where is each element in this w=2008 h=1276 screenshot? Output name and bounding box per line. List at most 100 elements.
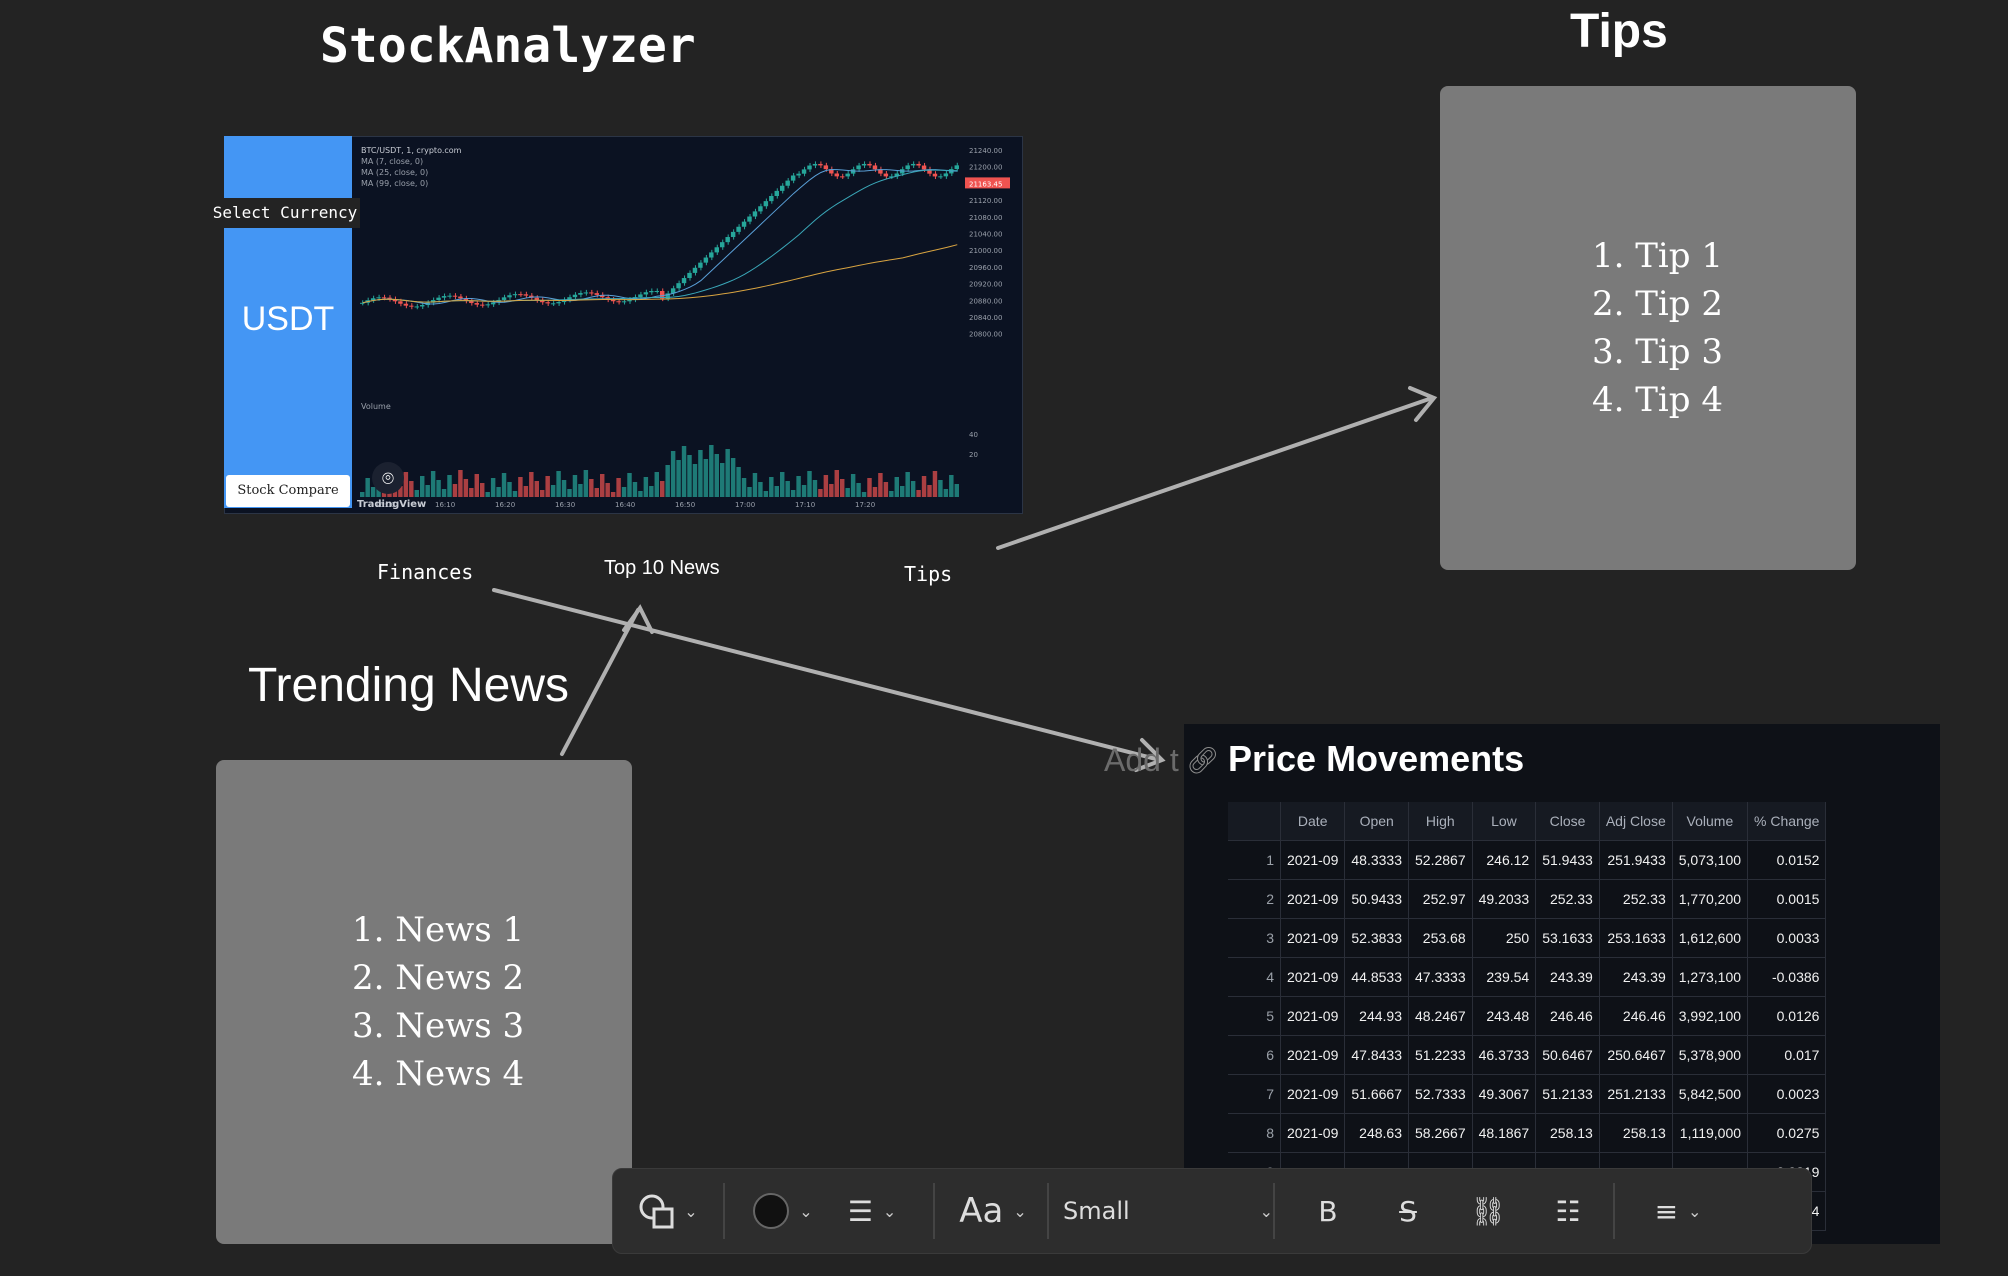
- font-label: Aa: [959, 1191, 1004, 1231]
- table-cell: 246.46: [1599, 996, 1673, 1036]
- table-cell: 1,612,600: [1672, 918, 1749, 958]
- tip-item: 2. Tip 2: [1592, 284, 1724, 324]
- stroke-button[interactable]: ☰ ⌄: [837, 1169, 907, 1253]
- table-row[interactable]: 1 2021-09 48.3333 52.2867 246.12 51.9433 251.9…: [1228, 840, 1827, 880]
- table-row[interactable]: 5 2021-09 244.93 48.2467 243.48 246.46 246.46 3…: [1228, 996, 1827, 1036]
- table-header[interactable]: Open: [1344, 802, 1409, 841]
- table-cell: 44.8533: [1344, 957, 1409, 997]
- format-toolbar: ⌄ ⌄ ☰ ⌄ Aa ⌄ Small ⌄ B S ⛓ ☷ ≡ ⌄: [612, 1168, 1812, 1254]
- table-cell: 251.2133: [1599, 1074, 1673, 1114]
- table-cell: 252.33: [1535, 879, 1600, 919]
- list-button[interactable]: ☷: [1533, 1169, 1603, 1253]
- table-cell: 3,992,100: [1672, 996, 1749, 1036]
- shapes-button[interactable]: ⌄: [633, 1169, 703, 1253]
- table-cell: 2021-09: [1280, 1113, 1346, 1153]
- table-cell: 248.63: [1344, 1113, 1409, 1153]
- table-cell: 246.46: [1535, 996, 1600, 1036]
- table-cell: 2021-09: [1280, 879, 1346, 919]
- strikethrough-button[interactable]: S: [1373, 1169, 1443, 1253]
- table-cell: 253.68: [1408, 918, 1473, 958]
- chevron-down-icon: ⌄: [1688, 1201, 1702, 1221]
- table-row[interactable]: 8 2021-09 248.63 58.2667 48.1867 258.13 258.13…: [1228, 1113, 1827, 1153]
- table-header[interactable]: Adj Close: [1599, 802, 1673, 841]
- tips-list: 1. Tip 1 2. Tip 2 3. Tip 3 4. Tip 4: [1592, 232, 1723, 424]
- arrow-news: [560, 608, 640, 756]
- table-row[interactable]: 6 2021-09 47.8433 51.2233 46.3733 50.6467 250.…: [1228, 1035, 1827, 1075]
- table-cell: 2: [1228, 879, 1281, 919]
- font-size-select[interactable]: Small ⌄: [1063, 1169, 1273, 1253]
- table-cell: 2021-09: [1280, 1074, 1346, 1114]
- table-row[interactable]: 3 2021-09 52.3833 253.68 250 53.1633 253.1633 1…: [1228, 918, 1827, 958]
- table-cell: 6: [1228, 1035, 1281, 1075]
- table-cell: 5,842,500: [1672, 1074, 1749, 1114]
- table-cell: 5,378,900: [1672, 1035, 1749, 1075]
- stroke-width-icon: ☰: [847, 1194, 873, 1228]
- table-cell: 3: [1228, 918, 1281, 958]
- table-cell: 52.2867: [1408, 840, 1473, 880]
- table-header[interactable]: Date: [1280, 802, 1346, 841]
- table-cell: 252.97: [1408, 879, 1473, 919]
- table-cell: 1,770,200: [1672, 879, 1749, 919]
- table-cell: 252.33: [1599, 879, 1673, 919]
- table-cell: 2021-09: [1280, 840, 1346, 880]
- link-icon: ⛓: [1470, 1194, 1506, 1228]
- table-row[interactable]: 4 2021-09 44.8533 47.3333 239.54 243.39 243.39…: [1228, 957, 1827, 997]
- table-cell: 0.0275: [1747, 1113, 1827, 1153]
- news-item: 3. News 3: [352, 1006, 525, 1046]
- news-item: 1. News 1: [352, 910, 525, 950]
- chevron-down-icon: ⌄: [684, 1201, 698, 1221]
- link-button[interactable]: ⛓: [1453, 1169, 1523, 1253]
- table-cell: 243.48: [1472, 996, 1537, 1036]
- table-cell: 49.2033: [1472, 879, 1537, 919]
- table-cell: 50.9433: [1344, 879, 1409, 919]
- news-item: 2. News 2: [352, 958, 525, 998]
- color-button[interactable]: ⌄: [743, 1169, 823, 1253]
- strikethrough-icon: S: [1399, 1194, 1417, 1228]
- arrow-finances: [492, 588, 1162, 762]
- table-row[interactable]: 7 2021-09 51.6667 52.7333 49.3067 51.2133 251.…: [1228, 1074, 1827, 1114]
- table-cell: 253.1633: [1599, 918, 1673, 958]
- table-cell: 58.2667: [1408, 1113, 1473, 1153]
- table-row[interactable]: 2 2021-09 50.9433 252.97 49.2033 252.33 252.33…: [1228, 879, 1827, 919]
- tip-item: 1. Tip 1: [1592, 236, 1724, 276]
- table-header[interactable]: % Change: [1747, 802, 1827, 841]
- link-icon[interactable]: 🔗︎: [1186, 746, 1219, 776]
- table-cell: 246.12: [1472, 840, 1537, 880]
- bold-button[interactable]: B: [1293, 1169, 1363, 1253]
- table-cell: 47.8433: [1344, 1035, 1409, 1075]
- table-header[interactable]: High: [1408, 802, 1473, 841]
- table-cell: 2021-09: [1280, 996, 1346, 1036]
- table-cell: 53.1633: [1535, 918, 1600, 958]
- price-movements-title: Price Movements: [1228, 738, 1525, 779]
- table-header[interactable]: Low: [1472, 802, 1537, 841]
- table-cell: 4: [1228, 957, 1281, 997]
- table-cell: 51.6667: [1344, 1074, 1409, 1114]
- table-cell: 0.0023: [1747, 1074, 1827, 1114]
- table-cell: 243.39: [1535, 957, 1600, 997]
- table-header[interactable]: [1228, 802, 1281, 841]
- color-swatch-icon: [753, 1193, 790, 1229]
- table-cell: 239.54: [1472, 957, 1537, 997]
- table-cell: 0.0033: [1747, 918, 1827, 958]
- align-button[interactable]: ≡ ⌄: [1633, 1169, 1723, 1253]
- table-cell: 48.1867: [1472, 1113, 1537, 1153]
- bold-icon: B: [1318, 1194, 1338, 1228]
- table-cell: 250.6467: [1599, 1035, 1673, 1075]
- chevron-down-icon: ⌄: [882, 1201, 897, 1221]
- table-cell: 250: [1472, 918, 1537, 958]
- table-cell: 251.9433: [1599, 840, 1673, 880]
- chevron-down-icon: ⌄: [1013, 1201, 1027, 1221]
- shapes-icon: [639, 1194, 674, 1229]
- align-icon: ≡: [1654, 1194, 1679, 1228]
- table-header[interactable]: Close: [1535, 802, 1600, 841]
- font-size-value: Small: [1063, 1197, 1130, 1225]
- font-button[interactable]: Aa ⌄: [953, 1169, 1033, 1253]
- table-header[interactable]: Volume: [1672, 802, 1749, 841]
- table-cell: 243.39: [1599, 957, 1673, 997]
- table-cell: 2021-09: [1280, 957, 1346, 997]
- table-cell: 8: [1228, 1113, 1281, 1153]
- table-cell: 1,119,000: [1672, 1113, 1749, 1153]
- arrow-tips: [996, 396, 1434, 550]
- table-cell: 51.2133: [1535, 1074, 1600, 1114]
- tip-item: 4. Tip 4: [1592, 380, 1724, 420]
